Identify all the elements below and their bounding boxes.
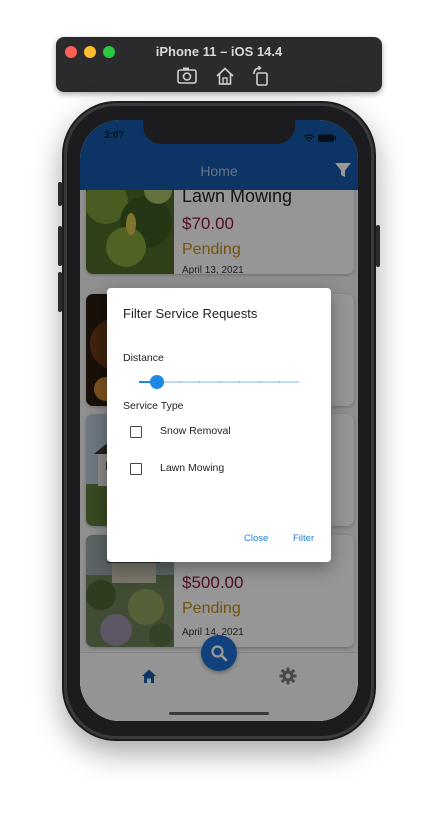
slider-tick	[259, 381, 260, 383]
screenshot-icon[interactable]	[176, 65, 198, 87]
slider-tick	[239, 381, 240, 383]
home-indicator	[169, 712, 269, 715]
distance-label: Distance	[123, 352, 164, 364]
dialog-title: Filter Service Requests	[123, 306, 258, 321]
volume-down-button	[58, 272, 62, 312]
simulator-title-bar: iPhone 11 – iOS 14.4	[56, 37, 382, 92]
distance-slider[interactable]	[139, 374, 299, 390]
volume-up-button	[58, 226, 62, 266]
slider-tick	[279, 381, 280, 383]
power-button	[376, 225, 380, 267]
notch	[143, 120, 295, 144]
lawn-mowing-checkbox[interactable]	[130, 463, 142, 475]
slider-tick	[199, 381, 200, 383]
rotate-icon[interactable]	[250, 65, 272, 87]
filter-dialog: Filter Service Requests Distance Service…	[107, 288, 331, 562]
home-icon[interactable]	[214, 65, 236, 87]
service-type-option[interactable]: Lawn Mowing	[130, 461, 310, 477]
slider-tick	[179, 381, 180, 383]
service-type-option[interactable]: Snow Removal	[130, 424, 310, 440]
filter-button[interactable]: Filter	[293, 533, 314, 544]
slider-tick	[219, 381, 220, 383]
service-type-label: Service Type	[123, 400, 184, 412]
mute-switch	[58, 182, 62, 206]
slider-thumb[interactable]	[150, 375, 164, 389]
close-button[interactable]: Close	[244, 533, 268, 544]
snow-removal-label: Snow Removal	[160, 425, 231, 437]
simulator-title: iPhone 11 – iOS 14.4	[155, 44, 283, 59]
lawn-mowing-label: Lawn Mowing	[160, 462, 225, 474]
snow-removal-checkbox[interactable]	[130, 426, 142, 438]
